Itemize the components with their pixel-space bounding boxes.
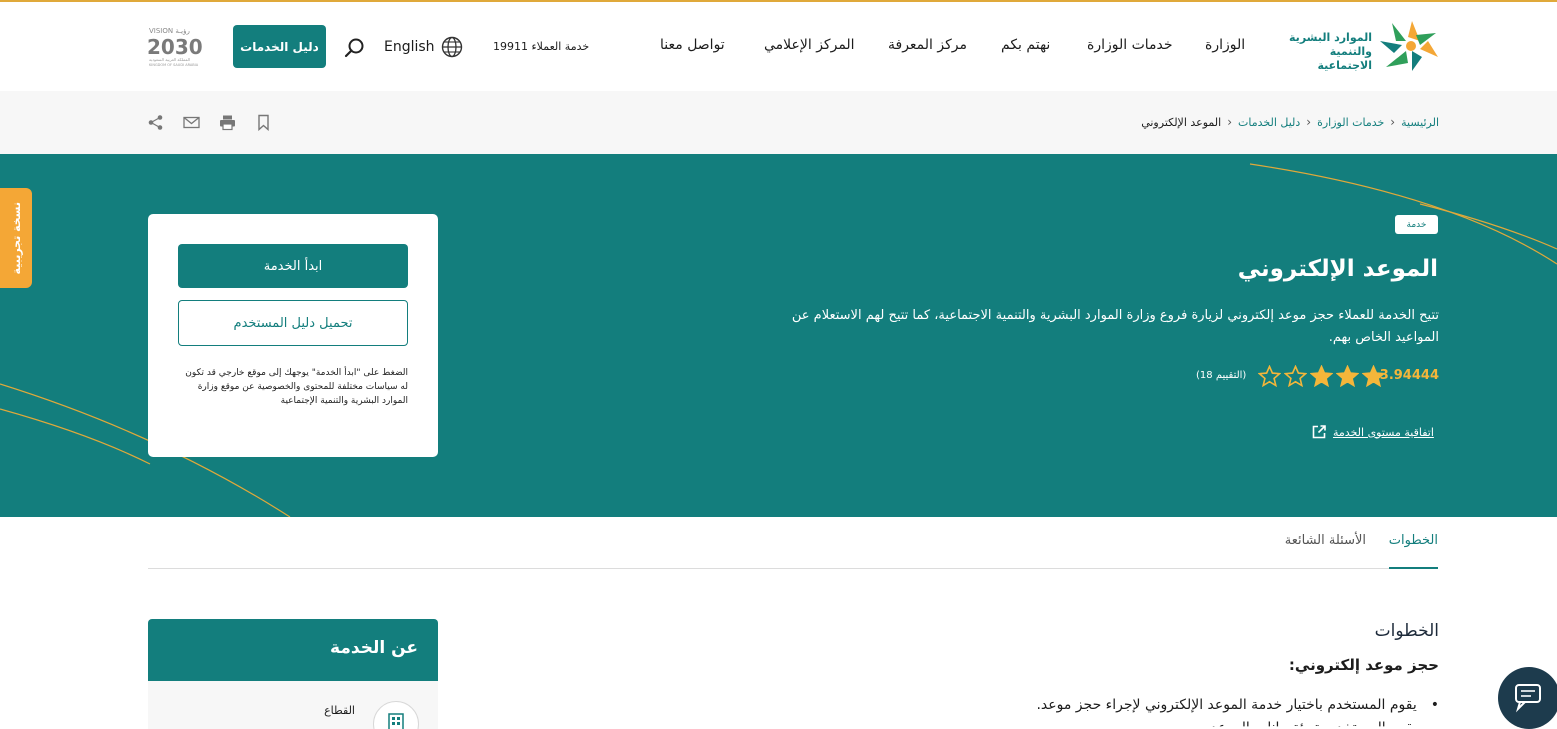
breadcrumb-bar: الرئيسية ‹ خدمات الوزارة ‹ دليل الخدمات … [0, 91, 1557, 154]
nav-ministry-services[interactable]: خدمات الوزارة [1087, 37, 1173, 57]
external-link-icon [1312, 425, 1326, 439]
breadcrumb-home[interactable]: الرئيسية [1401, 116, 1439, 129]
star-filled-icon[interactable] [1362, 365, 1385, 387]
tab-faq[interactable]: الأسئلة الشائعة [1285, 533, 1366, 569]
vision-text: VISION رؤيـة [149, 27, 190, 35]
language-label: English [384, 39, 435, 55]
about-service-header: عن الخدمة [148, 619, 438, 681]
service-rating: 3.94444 (التقييم 18) [1196, 365, 1439, 387]
services-guide-button[interactable]: دليل الخدمات [233, 25, 326, 68]
breadcrumb-current: الموعد الإلكتروني [1141, 115, 1222, 129]
vision-2030-logo: VISION رؤيـة 2030 المملكة العربية السعود… [145, 24, 215, 70]
steps-heading: الخطوات [1374, 621, 1439, 641]
service-action-card: ابدأ الخدمة تحميل دليل المستخدم الضغط عل… [148, 214, 438, 457]
page-tools [147, 114, 272, 131]
nav-we-care[interactable]: نهتم بكم [1001, 37, 1050, 57]
vision-year: 2030 [147, 35, 203, 59]
beta-version-label: نسخة تجريبية [9, 201, 23, 275]
service-tabs: الخطوات الأسئلة الشائعة [148, 517, 1438, 569]
sector-label: القطاع [324, 704, 355, 717]
service-type-badge: خدمة [1395, 215, 1438, 234]
external-site-note: الضغط على "ابدأ الخدمة" يوجهك إلى موقع خ… [185, 368, 408, 406]
tab-steps[interactable]: الخطوات [1388, 533, 1438, 569]
service-description: تتيح الخدمة للعملاء حجز موعد إلكتروني لز… [791, 308, 1439, 345]
logo-text: الموارد البشرية والتنمية الاجتماعية [1272, 31, 1372, 73]
about-service-title: عن الخدمة [330, 638, 418, 658]
search-icon[interactable] [342, 35, 368, 61]
globe-icon [441, 36, 462, 58]
chevron-left-icon: ‹ [1390, 115, 1396, 129]
star-empty-icon[interactable] [1284, 365, 1307, 387]
print-icon[interactable] [219, 114, 236, 131]
chat-widget-button[interactable] [1498, 667, 1557, 729]
logo-text-line1: الموارد البشرية [1289, 31, 1372, 44]
star-filled-icon[interactable] [1336, 365, 1359, 387]
rating-stars[interactable] [1258, 365, 1385, 387]
service-hero: خدمة الموعد الإلكتروني تتيح الخدمة للعمل… [0, 154, 1557, 517]
vision-caption: المملكة العربية السعودية [149, 57, 190, 62]
bookmark-icon[interactable] [255, 114, 272, 131]
breadcrumb-ministry-services[interactable]: خدمات الوزارة [1317, 116, 1384, 129]
logo-text-line2: والتنمية الاجتماعية [1317, 45, 1372, 72]
logo-emblem-icon [1380, 21, 1438, 71]
building-icon [388, 713, 404, 729]
chevron-left-icon: ‹ [1227, 115, 1232, 129]
sla-link[interactable]: اتفاقية مستوى الخدمة [1311, 424, 1434, 440]
mail-icon[interactable] [183, 114, 200, 131]
vision-caption-en: KINGDOM OF SAUDI ARABIA [149, 63, 199, 67]
sector-icon-wrap [373, 701, 419, 729]
star-empty-icon[interactable] [1258, 365, 1281, 387]
language-switch[interactable]: English [384, 35, 463, 59]
rating-count: (التقييم 18) [1196, 370, 1247, 381]
start-service-button[interactable]: ابدأ الخدمة [178, 244, 408, 288]
service-title: الموعد الإلكتروني [1237, 256, 1438, 282]
chevron-left-icon: ‹ [1306, 115, 1312, 129]
steps-subheading: حجز موعد إلكتروني: [1288, 656, 1439, 674]
breadcrumb-services-guide[interactable]: دليل الخدمات [1238, 116, 1300, 129]
nav-knowledge-center[interactable]: مركز المعرفة [888, 37, 967, 57]
list-item: يقوم المستخدم بتعبئة بيانات الموعد [1210, 720, 1417, 729]
chat-icon [1515, 684, 1541, 713]
beta-version-tab[interactable]: نسخة تجريبية [0, 188, 32, 288]
vision-2030-icon: VISION رؤيـة 2030 المملكة العربية السعود… [147, 27, 203, 67]
nav-ministry[interactable]: الوزارة [1205, 37, 1245, 57]
nav-contact-us[interactable]: تواصل معنا [660, 37, 725, 57]
site-header: الموارد البشرية والتنمية الاجتماعية الوز… [0, 2, 1557, 91]
sla-link-label: اتفاقية مستوى الخدمة [1333, 425, 1434, 439]
nav-media-center[interactable]: المركز الإعلامي [764, 37, 855, 57]
download-user-guide-button[interactable]: تحميل دليل المستخدم [178, 300, 408, 346]
about-service-body: القطاع [148, 681, 438, 729]
about-service-panel: عن الخدمة القطاع [148, 619, 438, 729]
rating-value: 3.94444 [1379, 368, 1439, 383]
star-filled-icon[interactable] [1310, 365, 1333, 387]
customer-service-hotline[interactable]: خدمة العملاء 19911 [493, 40, 589, 53]
ministry-logo[interactable]: الموارد البشرية والتنمية الاجتماعية [1272, 19, 1440, 75]
breadcrumb: الرئيسية ‹ خدمات الوزارة ‹ دليل الخدمات … [1141, 115, 1439, 129]
list-item: يقوم المستخدم باختيار خدمة الموعد الإلكت… [1036, 697, 1439, 713]
share-icon[interactable] [147, 114, 164, 131]
